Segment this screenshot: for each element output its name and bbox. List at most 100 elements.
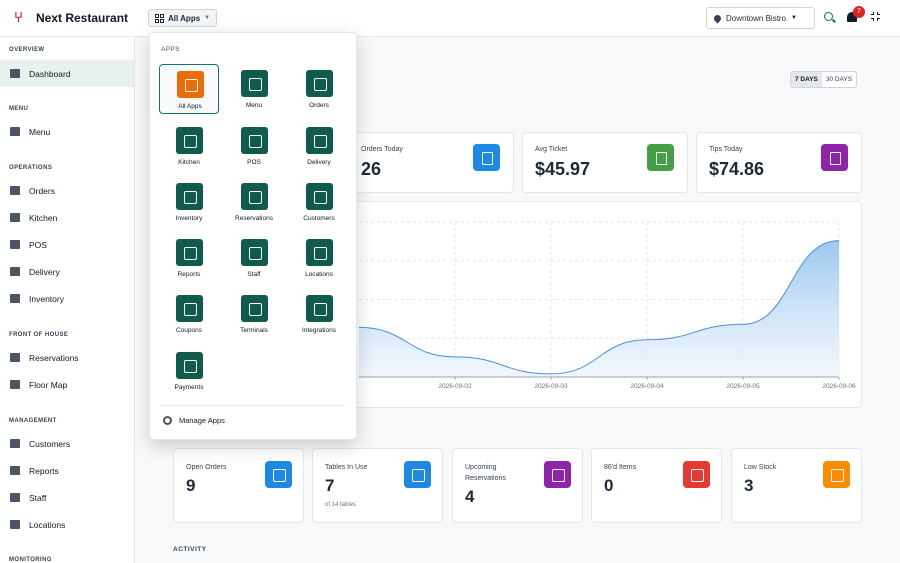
- sidebar-item-pos[interactable]: POS: [0, 231, 134, 258]
- people-icon: [10, 439, 20, 448]
- sidebar-item-locations[interactable]: Locations: [0, 511, 134, 538]
- app-tile-locations[interactable]: Locations: [289, 233, 349, 283]
- status-value: 0: [604, 476, 614, 495]
- app-label: Reservations: [235, 215, 273, 222]
- location-label: Downtown Bistro: [726, 13, 787, 23]
- activity-heading: ACTIVITY: [173, 546, 207, 553]
- chair-icon: [10, 353, 20, 362]
- section-overview: OVERVIEW: [9, 47, 45, 53]
- table-icon: [404, 461, 431, 488]
- apps-heading: APPS: [161, 46, 180, 53]
- sidebar-item-label: Reports: [29, 465, 59, 476]
- top-bar: ⑂ Next Restaurant All Apps ▼ Downtown Bi…: [0, 0, 900, 37]
- receipt-icon: [10, 186, 20, 195]
- kpi-label: Orders Today: [361, 146, 403, 153]
- sidebar-item-label: Menu: [29, 126, 51, 137]
- app-tile-payments[interactable]: Payments: [159, 346, 219, 396]
- manage-apps-button[interactable]: Manage Apps: [163, 416, 225, 425]
- chart-x-tick-label: 2026-09-03: [534, 383, 568, 390]
- app-tile-menu[interactable]: Menu: [224, 64, 284, 114]
- kitchen-icon: [176, 127, 203, 154]
- app-label: Reports: [177, 271, 201, 278]
- all-apps-button[interactable]: All Apps ▼: [148, 9, 218, 27]
- grid-icon: [155, 13, 164, 23]
- sidebar-item-reports[interactable]: Reports: [0, 457, 134, 484]
- tag-icon: [176, 295, 203, 322]
- truck-icon: [306, 127, 333, 154]
- status-value: 4: [465, 487, 475, 506]
- utensils-icon: [241, 70, 268, 97]
- chair-icon: [241, 183, 268, 210]
- app-tile-customers[interactable]: Customers: [289, 177, 349, 227]
- app-label: Payments: [174, 384, 204, 391]
- people-icon: [306, 183, 333, 210]
- kpi-card-tips: Tips Today $74.86: [696, 132, 862, 193]
- badge-icon: [241, 239, 268, 266]
- sidebar-item-staff[interactable]: Staff: [0, 484, 134, 511]
- chevron-down-icon: ▼: [791, 15, 797, 21]
- sidebar-item-reservations[interactable]: Reservations: [0, 344, 134, 371]
- app-tile-integrations[interactable]: Integrations: [289, 289, 349, 339]
- sidebar-item-label: Kitchen: [29, 212, 58, 223]
- app-tile-orders[interactable]: Orders: [289, 64, 349, 114]
- range-30-days[interactable]: 30 DAYS: [822, 72, 856, 87]
- kpi-value: $45.97: [535, 159, 591, 179]
- search-icon[interactable]: [824, 12, 833, 21]
- kitchen-icon: [10, 213, 20, 222]
- sidebar-item-dashboard[interactable]: Dashboard: [0, 60, 134, 87]
- chart-x-tick-label: 2026-09-06: [822, 383, 856, 390]
- app-tile-pos[interactable]: POS: [224, 121, 284, 171]
- sidebar-item-label: Delivery: [29, 266, 60, 277]
- app-tile-delivery[interactable]: Delivery: [289, 121, 349, 171]
- chair-icon: [544, 461, 571, 488]
- block-icon: [683, 461, 710, 488]
- section-front-of-house: FRONT OF HOUSE: [9, 332, 69, 338]
- sidebar-item-inventory[interactable]: Inventory: [0, 285, 134, 312]
- status-label: 86'd Items: [604, 464, 637, 471]
- app-label: POS: [247, 159, 261, 166]
- bar-chart-icon: [10, 466, 20, 475]
- sidebar-item-menu[interactable]: Menu: [0, 118, 134, 145]
- restaurant-logo-icon: ⑂: [14, 9, 24, 26]
- status-card-tables: Tables In Use 7 of 14 tables: [312, 448, 443, 523]
- app-tile-coupons[interactable]: Coupons: [159, 289, 219, 339]
- sidebar-item-floor-map[interactable]: Floor Map: [0, 371, 134, 398]
- manage-apps-label: Manage Apps: [179, 416, 225, 425]
- app-tile-all-apps[interactable]: All Apps: [159, 64, 219, 114]
- warning-icon: [823, 461, 850, 488]
- gear-icon: [163, 416, 172, 425]
- app-label: Inventory: [175, 215, 203, 222]
- app-tile-reservations[interactable]: Reservations: [224, 177, 284, 227]
- sidebar-item-orders[interactable]: Orders: [0, 177, 134, 204]
- sidebar-item-customers[interactable]: Customers: [0, 430, 134, 457]
- grid-icon: [10, 380, 20, 389]
- status-label: Open Orders: [186, 464, 227, 471]
- brand[interactable]: ⑂ Next Restaurant: [14, 10, 128, 26]
- app-label: Menu: [245, 102, 263, 109]
- sidebar-item-label: POS: [29, 239, 47, 250]
- sidebar-item-label: Locations: [29, 519, 66, 530]
- app-tile-terminals[interactable]: Terminals: [224, 289, 284, 339]
- status-card-86d: 86'd Items 0: [591, 448, 722, 523]
- range-7-days[interactable]: 7 DAYS: [791, 72, 822, 87]
- app-tile-kitchen[interactable]: Kitchen: [159, 121, 219, 171]
- archive-icon: [176, 183, 203, 210]
- app-label: Orders: [309, 102, 329, 109]
- kpi-label: Avg Ticket: [535, 146, 568, 153]
- receipt-icon: [265, 461, 292, 488]
- sidebar-item-delivery[interactable]: Delivery: [0, 258, 134, 285]
- fullscreen-exit-icon[interactable]: [871, 12, 880, 21]
- sidebar-item-label: Dashboard: [29, 68, 71, 79]
- sidebar-item-kitchen[interactable]: Kitchen: [0, 204, 134, 231]
- app-tile-reports[interactable]: Reports: [159, 233, 219, 283]
- sales-chart: 2026-09-02 2026-09-03 2026-09-04 2026-09-05…: [348, 201, 862, 408]
- app-tile-inventory[interactable]: Inventory: [159, 177, 219, 227]
- section-monitoring: MONITORING: [9, 557, 52, 563]
- divider: [161, 405, 345, 406]
- register-icon: [10, 240, 20, 249]
- sidebar-item-label: Customers: [29, 438, 71, 449]
- kpi-value: 26: [361, 159, 382, 179]
- location-select[interactable]: Downtown Bistro ▼: [706, 7, 815, 29]
- chart-x-tick-label: 2026-09-02: [438, 383, 472, 390]
- app-tile-staff[interactable]: Staff: [224, 233, 284, 283]
